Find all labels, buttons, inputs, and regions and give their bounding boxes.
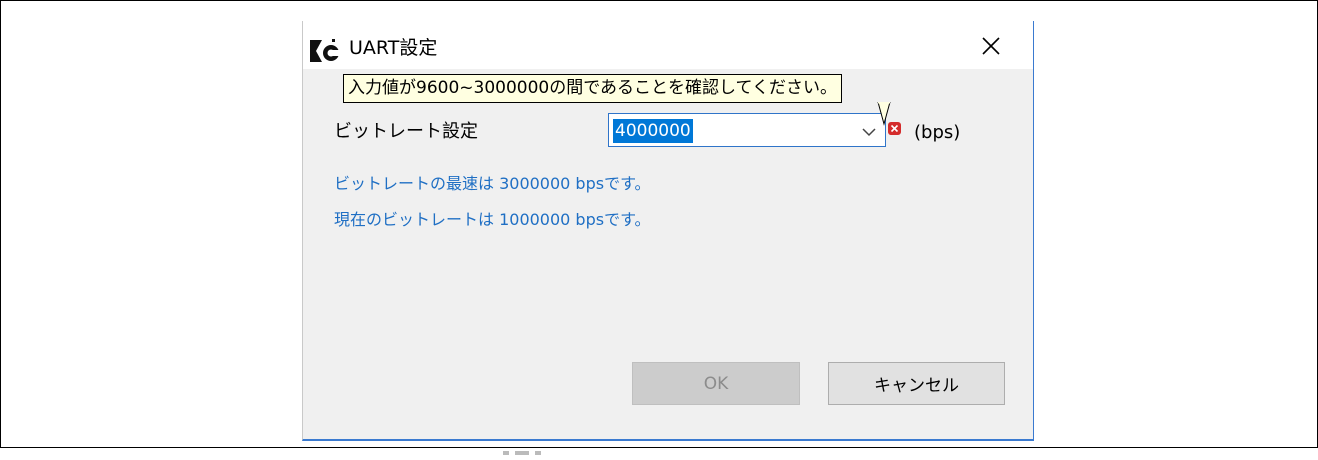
close-icon	[981, 36, 1001, 60]
close-button[interactable]	[971, 31, 1011, 65]
max-bitrate-info: ビットレートの最速は 3000000 bpsです。	[334, 174, 651, 193]
tooltip-pointer	[877, 101, 897, 126]
title-bar[interactable]: UART設定	[303, 21, 1033, 69]
chevron-down-icon[interactable]	[861, 124, 877, 138]
bitrate-label: ビットレート設定	[334, 121, 478, 142]
bitrate-input-value[interactable]: 4000000	[613, 119, 693, 143]
dialog-body: ビットレート設定 4000000 (bps) ビットレートの最速は 300000…	[303, 69, 1033, 437]
bitrate-combobox[interactable]: 4000000	[608, 113, 886, 147]
background-window-edge	[499, 441, 559, 455]
app-logo-icon	[308, 37, 340, 65]
screenshot-frame: UART設定 ビットレート設定 4000000 (bps) ビットレートの最速は…	[0, 0, 1318, 455]
validation-tooltip: 入力値が9600~3000000の間であることを確認してください。	[343, 74, 843, 103]
ok-button[interactable]: OK	[632, 362, 800, 405]
cancel-button[interactable]: キャンセル	[828, 362, 1005, 405]
current-bitrate-info: 現在のビットレートは 1000000 bpsです。	[334, 210, 651, 229]
unit-label: (bps)	[914, 122, 961, 143]
window-title: UART設定	[349, 37, 438, 59]
